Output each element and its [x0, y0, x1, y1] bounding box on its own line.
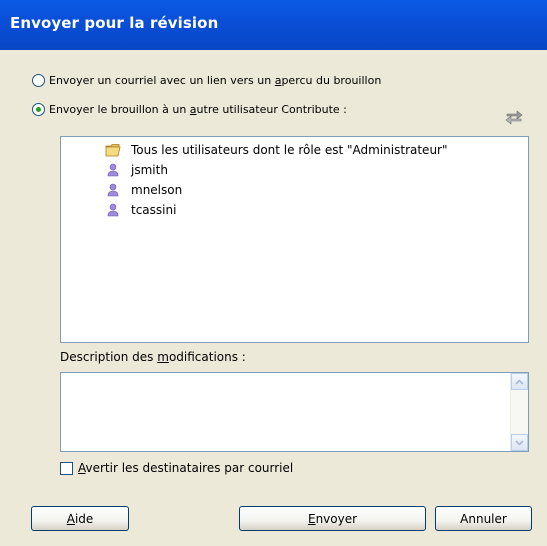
title-bar: Envoyer pour la révision — [0, 0, 547, 50]
list-item-user[interactable]: tcassini — [105, 201, 176, 219]
chevron-up-icon — [515, 378, 524, 385]
scroll-down-button[interactable] — [511, 434, 528, 451]
send-button[interactable]: Envoyer — [239, 506, 426, 531]
notify-checkbox[interactable] — [60, 461, 73, 475]
list-item-user-label: tcassini — [131, 203, 177, 217]
user-icon — [105, 202, 121, 218]
list-item-user[interactable]: mnelson — [105, 181, 182, 199]
notify-label: Avertir les destinataires par courriel — [78, 461, 294, 475]
chevron-down-icon — [515, 439, 524, 446]
scroll-up-button[interactable] — [511, 373, 528, 390]
radio-send-to-user[interactable] — [32, 102, 45, 116]
description-scrollbar[interactable] — [510, 373, 528, 451]
list-item-group-label: Tous les utilisateurs dont le rôle est "… — [131, 143, 448, 157]
recipient-list[interactable]: Tous les utilisateurs dont le rôle est "… — [60, 136, 529, 343]
description-textarea[interactable] — [60, 372, 529, 452]
folder-icon — [105, 142, 121, 158]
send-for-review-dialog: Envoyer pour la révision Envoyer un cour… — [0, 0, 547, 546]
option-send-to-user[interactable]: Envoyer le brouillon à un autre utilisat… — [32, 101, 347, 117]
option-email-link-label: Envoyer un courriel avec un lien vers un… — [49, 73, 382, 87]
dialog-title: Envoyer pour la révision — [10, 14, 219, 32]
list-item-user-label: jsmith — [131, 163, 168, 177]
notify-recipients-option[interactable]: Avertir les destinataires par courriel — [60, 460, 293, 476]
option-send-to-user-label: Envoyer le brouillon à un autre utilisat… — [49, 102, 347, 116]
user-icon — [105, 182, 121, 198]
description-label: Description des modifications : — [60, 350, 246, 364]
list-item-group[interactable]: Tous les utilisateurs dont le rôle est "… — [105, 141, 448, 159]
user-icon — [105, 162, 121, 178]
radio-selected-dot — [36, 106, 41, 112]
list-item-user[interactable]: jsmith — [105, 161, 168, 179]
option-email-link[interactable]: Envoyer un courriel avec un lien vers un… — [32, 72, 381, 88]
help-button[interactable]: Aide — [31, 506, 129, 531]
radio-email-link[interactable] — [32, 73, 45, 87]
list-item-user-label: mnelson — [131, 183, 183, 197]
cancel-button[interactable]: Annuler — [435, 506, 532, 531]
swap-arrows-icon[interactable] — [503, 106, 525, 126]
